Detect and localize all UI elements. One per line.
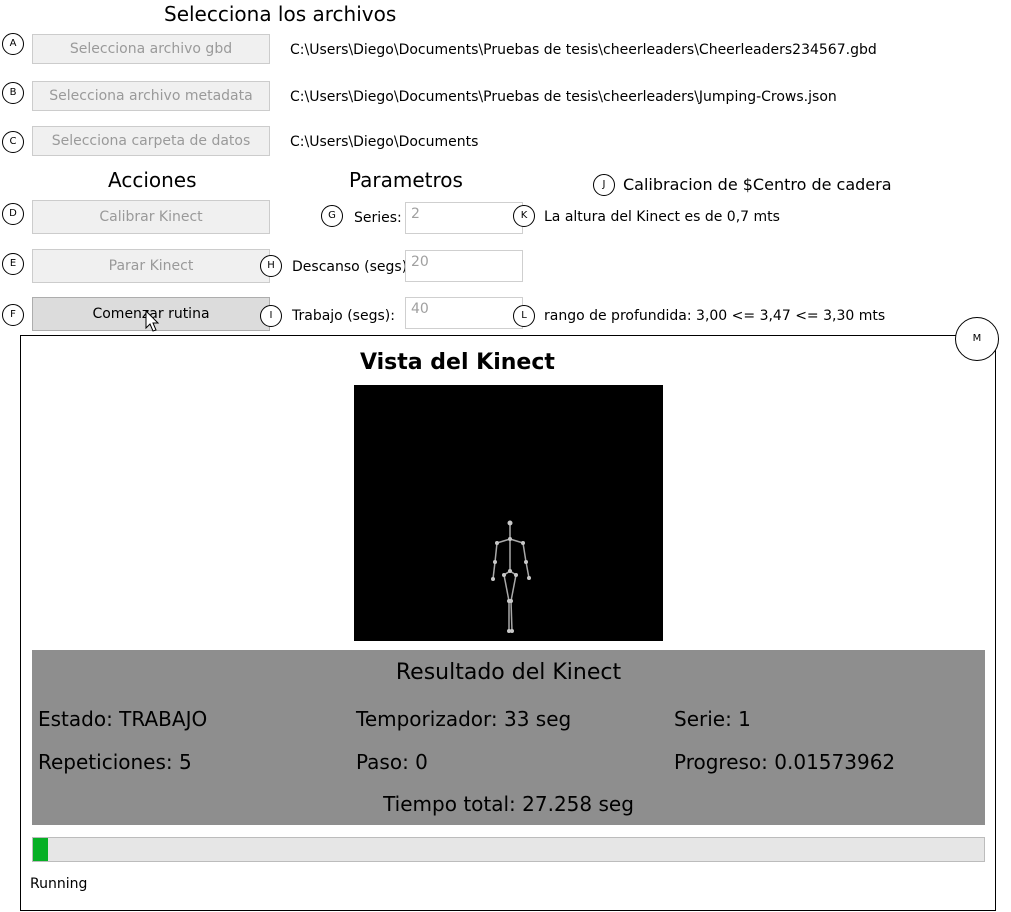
rest-label: Descanso (segs) — [292, 259, 408, 275]
tiempo-total-text: Tiempo total: 27.258 seg — [383, 792, 634, 816]
marker-b: B — [2, 82, 24, 104]
marker-l: L — [513, 305, 535, 327]
serie-text: Serie: 1 — [674, 707, 751, 731]
select-gbd-button[interactable]: Selecciona archivo gbd — [32, 34, 270, 64]
progress-fill — [33, 838, 48, 861]
mouse-cursor-icon — [145, 310, 160, 332]
stop-kinect-button[interactable]: Parar Kinect — [32, 249, 270, 283]
marker-m: M — [955, 317, 999, 361]
repeticiones-text: Repeticiones: 5 — [38, 750, 192, 774]
results-panel: Resultado del Kinect Estado: TRABAJO Tem… — [32, 650, 985, 825]
gbd-path: C:\Users\Diego\Documents\Pruebas de tesi… — [290, 42, 877, 58]
series-input[interactable]: 2 — [405, 202, 523, 234]
paso-text: Paso: 0 — [356, 750, 428, 774]
estado-text: Estado: TRABAJO — [38, 707, 208, 731]
calibration-title: Calibracion de $Centro de cadera — [623, 175, 892, 194]
select-folder-button[interactable]: Selecciona carpeta de datos — [32, 126, 270, 156]
files-section-title: Selecciona los archivos — [164, 2, 397, 26]
marker-e: E — [2, 253, 24, 275]
marker-j: J — [593, 174, 615, 196]
kinect-view — [354, 385, 663, 641]
params-heading: Parametros — [349, 168, 463, 192]
temporizador-text: Temporizador: 33 seg — [356, 707, 572, 731]
marker-f: F — [2, 304, 24, 326]
calibrate-kinect-button[interactable]: Calibrar Kinect — [32, 200, 270, 234]
metadata-path: C:\Users\Diego\Documents\Pruebas de tesi… — [290, 89, 837, 105]
rest-input[interactable]: 20 — [405, 250, 523, 282]
marker-g: G — [321, 205, 343, 227]
status-text: Running — [30, 876, 88, 892]
marker-d: D — [2, 203, 24, 225]
results-title: Resultado del Kinect — [395, 660, 622, 685]
work-input[interactable]: 40 — [405, 297, 523, 329]
kinect-height-text: La altura del Kinect es de 0,7 mts — [544, 209, 780, 225]
folder-path: C:\Users\Diego\Documents — [290, 134, 479, 150]
progreso-text: Progreso: 0.01573962 — [674, 750, 896, 774]
marker-a: A — [2, 33, 24, 55]
skeleton-figure — [491, 520, 531, 633]
marker-c: C — [2, 131, 24, 153]
progress-bar — [32, 837, 985, 862]
work-label: Trabajo (segs): — [292, 308, 395, 324]
kinect-view-title: Vista del Kinect — [360, 350, 555, 375]
depth-range-text: rango de profundida: 3,00 <= 3,47 <= 3,3… — [544, 308, 886, 324]
marker-i: I — [260, 305, 282, 327]
marker-k: K — [513, 205, 535, 227]
series-label: Series: — [354, 210, 402, 226]
actions-heading: Acciones — [108, 168, 197, 192]
marker-h: H — [260, 255, 282, 277]
select-metadata-button[interactable]: Selecciona archivo metadata — [32, 81, 270, 111]
